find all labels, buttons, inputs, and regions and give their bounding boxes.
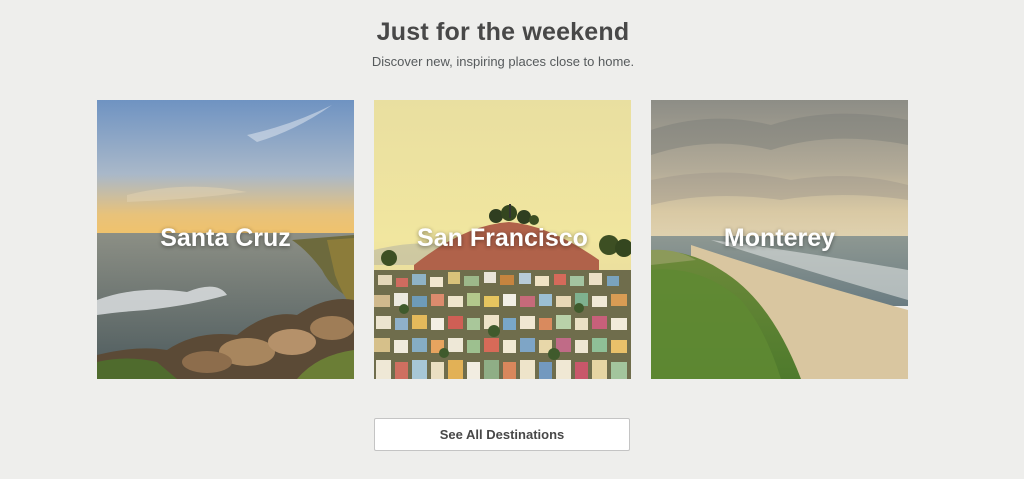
destination-name: Santa Cruz — [160, 224, 291, 252]
destination-card-san-francisco[interactable]: San Francisco — [374, 100, 631, 379]
destination-name: San Francisco — [417, 224, 588, 252]
destination-card-santa-cruz[interactable]: Santa Cruz — [97, 100, 354, 379]
section-subtitle: Discover new, inspiring places close to … — [371, 54, 635, 69]
section-title: Just for the weekend — [376, 18, 630, 46]
destination-card-monterey[interactable]: Monterey — [651, 100, 908, 379]
weekend-destinations-section: Just for the weekend Discover new, inspi… — [0, 0, 1024, 479]
destination-name: Monterey — [723, 224, 836, 252]
see-all-destinations-button[interactable]: See All Destinations — [374, 418, 630, 451]
